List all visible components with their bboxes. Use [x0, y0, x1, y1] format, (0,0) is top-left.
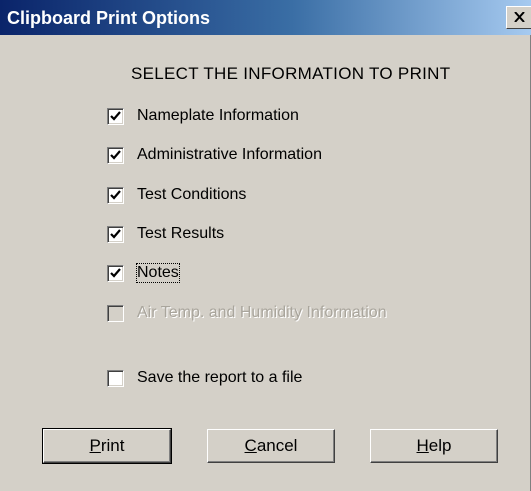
checkbox-box[interactable] — [107, 265, 124, 282]
check-icon — [110, 268, 121, 278]
checkbox-label: Test Conditions — [137, 186, 247, 203]
check-icon — [110, 229, 121, 239]
print-label: rint — [100, 436, 125, 455]
check-icon — [110, 111, 121, 121]
check-icon — [110, 190, 121, 200]
close-icon — [514, 12, 525, 22]
checkbox-box[interactable] — [107, 187, 124, 204]
checkbox-label: Administrative Information — [137, 146, 322, 163]
checkbox-label: Air Temp. and Humidity Information — [137, 304, 387, 321]
help-accel: H — [416, 436, 429, 455]
help-button[interactable]: Help — [370, 429, 498, 463]
title-bar[interactable]: Clipboard Print Options — [0, 0, 531, 35]
checkbox-label: Test Results — [137, 225, 225, 242]
print-accel: P — [89, 436, 101, 455]
checkbox-label: Notes — [136, 263, 180, 283]
clipboard-print-options-dialog: Clipboard Print Options SELECT THE INFOR… — [0, 0, 531, 491]
close-button[interactable] — [506, 6, 531, 29]
check-icon — [110, 150, 121, 160]
checkbox-label: Nameplate Information — [137, 107, 299, 124]
checkbox-box[interactable] — [107, 226, 124, 243]
dialog-title: Clipboard Print Options — [7, 8, 210, 28]
checkbox-box[interactable] — [107, 147, 124, 164]
checkbox-box — [107, 305, 124, 322]
section-heading: SELECT THE INFORMATION TO PRINT — [131, 64, 451, 83]
cancel-accel: C — [244, 436, 257, 455]
checkbox-box[interactable] — [107, 370, 124, 387]
cancel-label: ancel — [256, 436, 298, 455]
checkbox-box[interactable] — [107, 108, 124, 125]
cancel-button[interactable]: Cancel — [207, 429, 335, 463]
checkbox-label: Save the report to a file — [137, 369, 303, 386]
print-button[interactable]: Print — [42, 428, 172, 464]
help-label: elp — [428, 436, 452, 455]
